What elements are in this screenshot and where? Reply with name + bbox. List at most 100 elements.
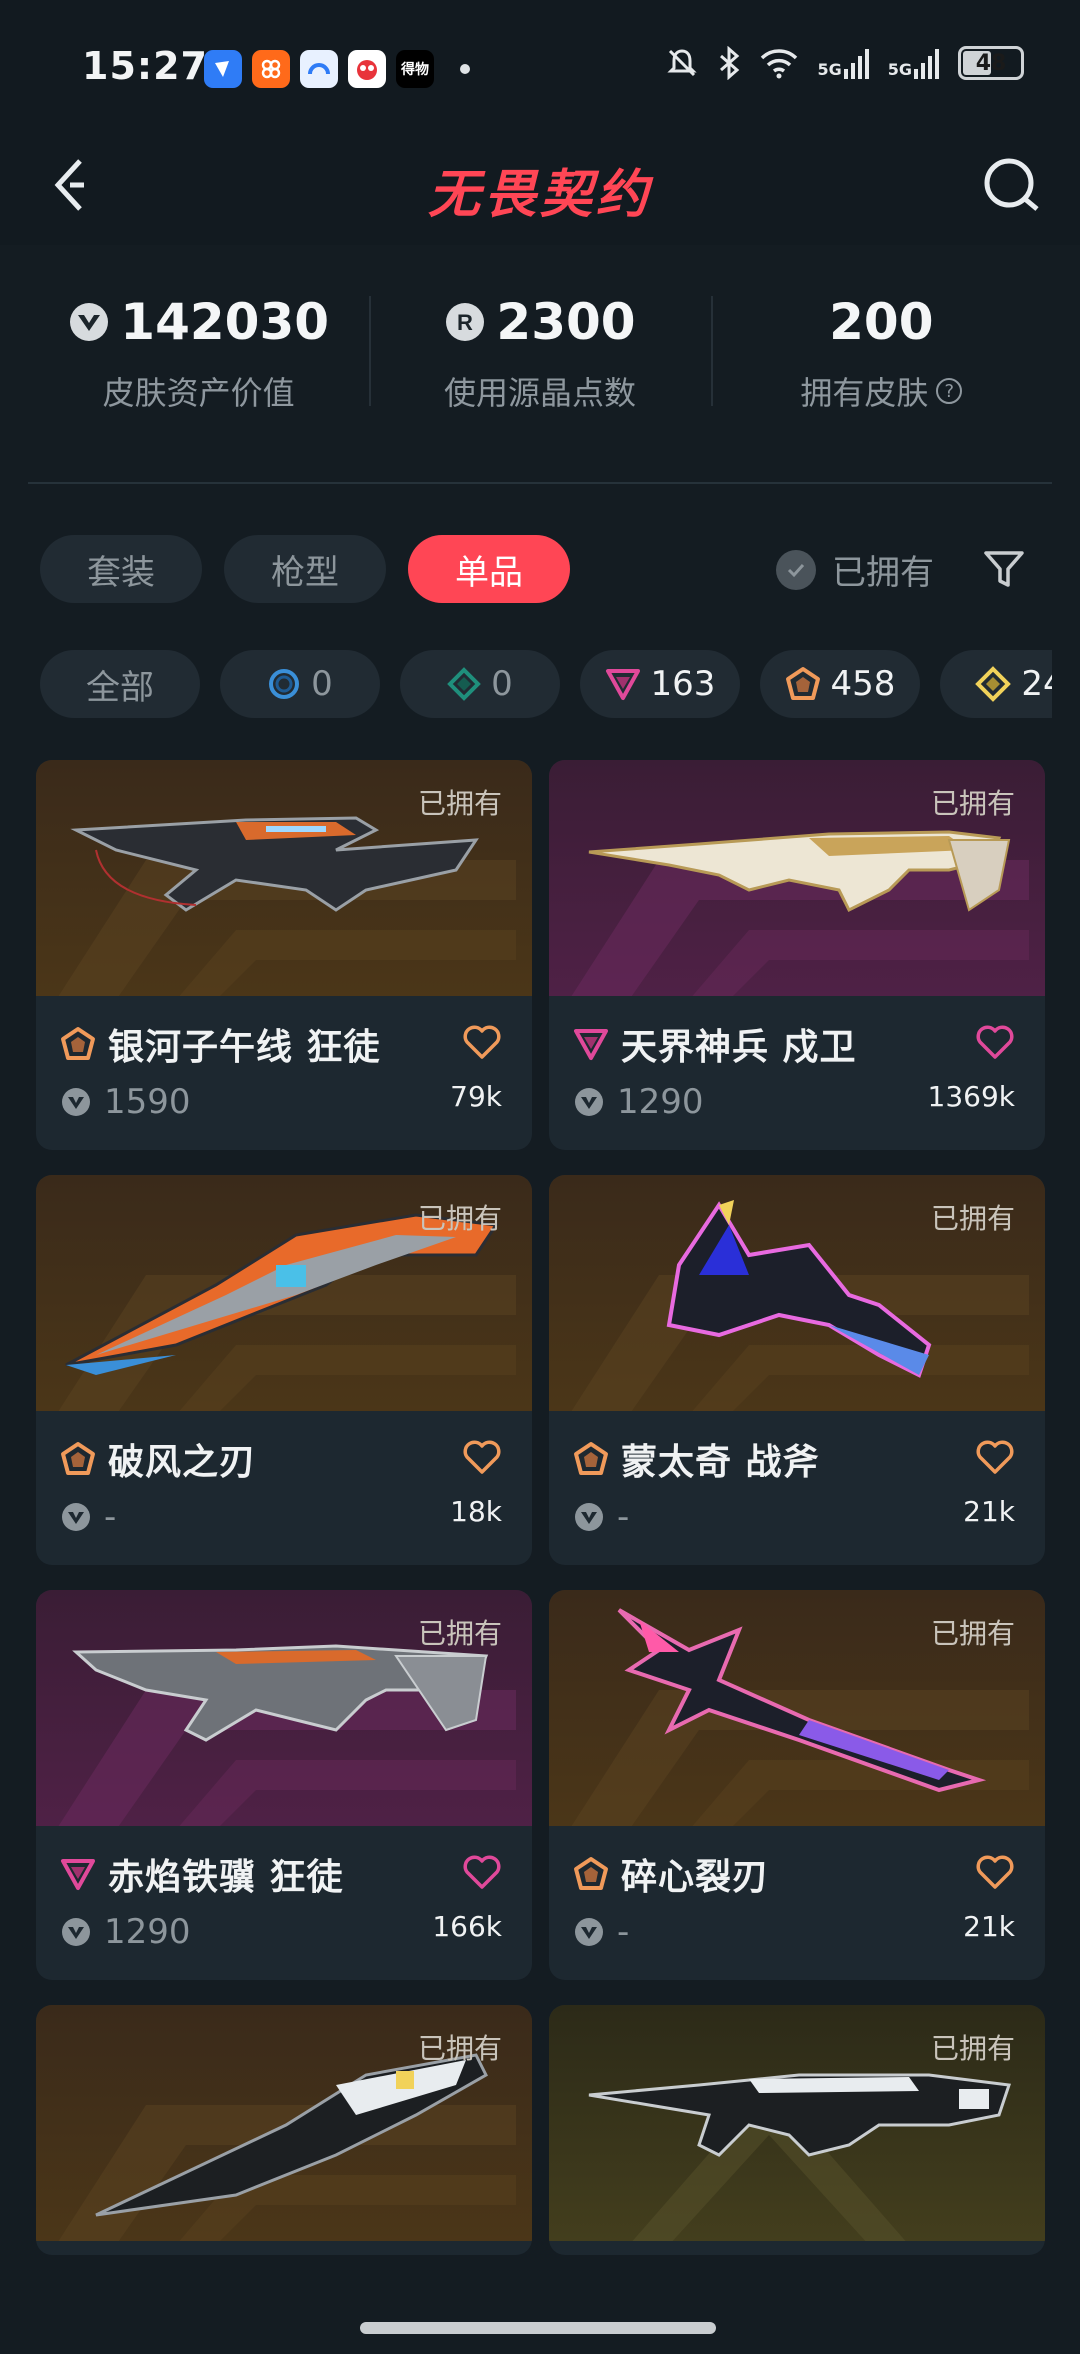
skin-image: 已拥有	[549, 760, 1045, 996]
vp-icon	[575, 1088, 603, 1116]
vp-icon	[62, 1088, 90, 1116]
skin-card[interactable]: 已拥有 蒙太奇 战斧 - 21k	[549, 1175, 1045, 1565]
vp-icon	[62, 1503, 90, 1531]
stat-radianite-label: 使用源晶点数	[443, 374, 636, 412]
skin-image: 已拥有	[36, 1590, 532, 1826]
skin-card[interactable]: 已拥有 碎心裂刃 - 21k	[549, 1590, 1045, 1980]
premium-tier-icon	[605, 669, 640, 700]
chip-all[interactable]: 全部	[40, 650, 200, 718]
stat-owned-skins[interactable]: 200 拥有皮肤 ?	[710, 290, 1052, 420]
likes-count: 21k	[963, 1495, 1015, 1528]
owned-tag: 已拥有	[930, 1617, 1015, 1650]
skin-image: 已拥有	[549, 2005, 1045, 2241]
status-bar: 15:27 得物 5G 5G 48	[0, 0, 1080, 130]
battery-level: 48	[975, 50, 1007, 76]
svg-text:R: R	[457, 310, 473, 335]
system-icons: 5G 5G 48	[665, 46, 1024, 80]
skin-card[interactable]: 已拥有 赤焰铁骥 狂徒 1290 166k	[36, 1590, 532, 1980]
likes-count: 1369k	[927, 1080, 1015, 1113]
favorite-heart-icon[interactable]	[462, 1439, 502, 1475]
premium-tier-icon	[574, 1029, 608, 1060]
vp-icon	[575, 1918, 603, 1946]
favorite-heart-icon[interactable]	[462, 1854, 502, 1890]
asset-stats: 142030 皮肤资产价值 R 2300 使用源晶点数 200 拥有皮肤 ?	[28, 290, 1052, 420]
filter-icon[interactable]	[980, 545, 1028, 593]
owned-filter-label: 已拥有	[832, 553, 934, 593]
help-icon[interactable]: ?	[936, 378, 963, 404]
app-icon-black: 得物	[396, 50, 434, 88]
notification-icons: 得物	[204, 50, 470, 88]
skin-image: 已拥有	[36, 760, 532, 996]
chip-all-label: 全部	[86, 667, 154, 708]
skin-name: 蒙太奇 战斧	[621, 1442, 820, 1483]
skin-name: 赤焰铁骥 狂徒	[108, 1857, 344, 1898]
stat-owned-skins-number: 200	[829, 293, 934, 351]
radianite-icon: R	[446, 303, 485, 341]
category-tabs: 套装 枪型 单品	[40, 535, 570, 603]
stat-skin-value-label: 皮肤资产价值	[102, 374, 295, 412]
check-icon	[776, 549, 816, 590]
favorite-heart-icon[interactable]	[975, 1854, 1015, 1890]
bluetooth-icon	[720, 46, 740, 80]
exclusive-tier-icon	[574, 1857, 608, 1890]
search-icon	[984, 158, 1039, 211]
likes-count: 18k	[450, 1495, 502, 1528]
skin-image: 已拥有	[36, 1175, 532, 1411]
exclusive-tier-icon	[785, 667, 820, 700]
likes-count: 79k	[450, 1080, 502, 1113]
wifi-icon	[761, 49, 798, 79]
app-icon-blue	[300, 50, 338, 88]
skin-card[interactable]: 已拥有 破风之刃 - 18k	[36, 1175, 532, 1565]
skin-image: 已拥有	[36, 2005, 532, 2241]
section-divider	[28, 482, 1052, 484]
chip-premium-tier-count: 163	[650, 664, 716, 704]
tab-single-item[interactable]: 单品	[408, 535, 570, 603]
owned-tag: 已拥有	[417, 1617, 502, 1650]
select-tier-icon	[269, 669, 300, 699]
favorite-heart-icon[interactable]	[975, 1439, 1015, 1475]
feishu-icon	[204, 50, 242, 88]
chip-ultra-tier[interactable]: 24	[940, 650, 1052, 718]
vp-icon	[70, 303, 109, 341]
skin-price: -	[617, 1912, 630, 1952]
skin-card[interactable]: 已拥有	[549, 2005, 1045, 2255]
chip-deluxe-tier[interactable]: 0	[400, 650, 560, 718]
app-icon-red	[348, 50, 386, 88]
skin-card[interactable]: 已拥有 银河子午线 狂徒 1590 79k	[36, 760, 532, 1150]
vp-icon	[62, 1918, 90, 1946]
chip-deluxe-tier-count: 0	[491, 664, 513, 704]
skin-name: 碎心裂刃	[621, 1857, 770, 1898]
skin-card[interactable]: 已拥有	[36, 2005, 532, 2255]
favorite-heart-icon[interactable]	[975, 1024, 1015, 1060]
page-title: 无畏契约	[427, 165, 652, 225]
exclusive-tier-icon	[574, 1442, 608, 1475]
skin-image: 已拥有	[549, 1590, 1045, 1826]
chip-exclusive-tier-count: 458	[830, 664, 896, 704]
tab-weapon-type[interactable]: 枪型	[224, 535, 386, 603]
chip-select-tier[interactable]: 0	[220, 650, 380, 718]
chip-ultra-tier-count: 24	[1021, 664, 1052, 704]
chip-exclusive-tier[interactable]: 458	[760, 650, 920, 718]
signal-5g-1-label: 5G	[817, 60, 842, 79]
owned-filter-toggle[interactable]: 已拥有	[776, 545, 934, 594]
tab-bundles[interactable]: 套装	[40, 535, 202, 603]
mute-icon	[667, 49, 698, 77]
favorite-heart-icon[interactable]	[462, 1024, 502, 1060]
status-time: 15:27	[82, 44, 208, 88]
skin-price: 1290	[617, 1082, 704, 1122]
exclusive-tier-icon	[61, 1027, 95, 1060]
likes-count: 166k	[432, 1910, 502, 1943]
stat-owned-skins-label: 拥有皮肤	[800, 374, 929, 412]
vp-icon	[575, 1503, 603, 1531]
search-button[interactable]	[978, 152, 1044, 218]
signal-bars-icon	[914, 49, 939, 79]
battery-indicator: 48	[958, 46, 1024, 80]
skin-image: 已拥有	[549, 1175, 1045, 1411]
home-indicator[interactable]	[360, 2322, 716, 2334]
exclusive-tier-icon	[61, 1442, 95, 1475]
skin-card[interactable]: 已拥有 天界神兵 戍卫 1290 1369k	[549, 760, 1045, 1150]
owned-tag: 已拥有	[930, 787, 1015, 820]
skin-name: 天界神兵 戍卫	[621, 1027, 857, 1068]
skin-name: 银河子午线 狂徒	[108, 1027, 381, 1068]
chip-premium-tier[interactable]: 163	[580, 650, 740, 718]
